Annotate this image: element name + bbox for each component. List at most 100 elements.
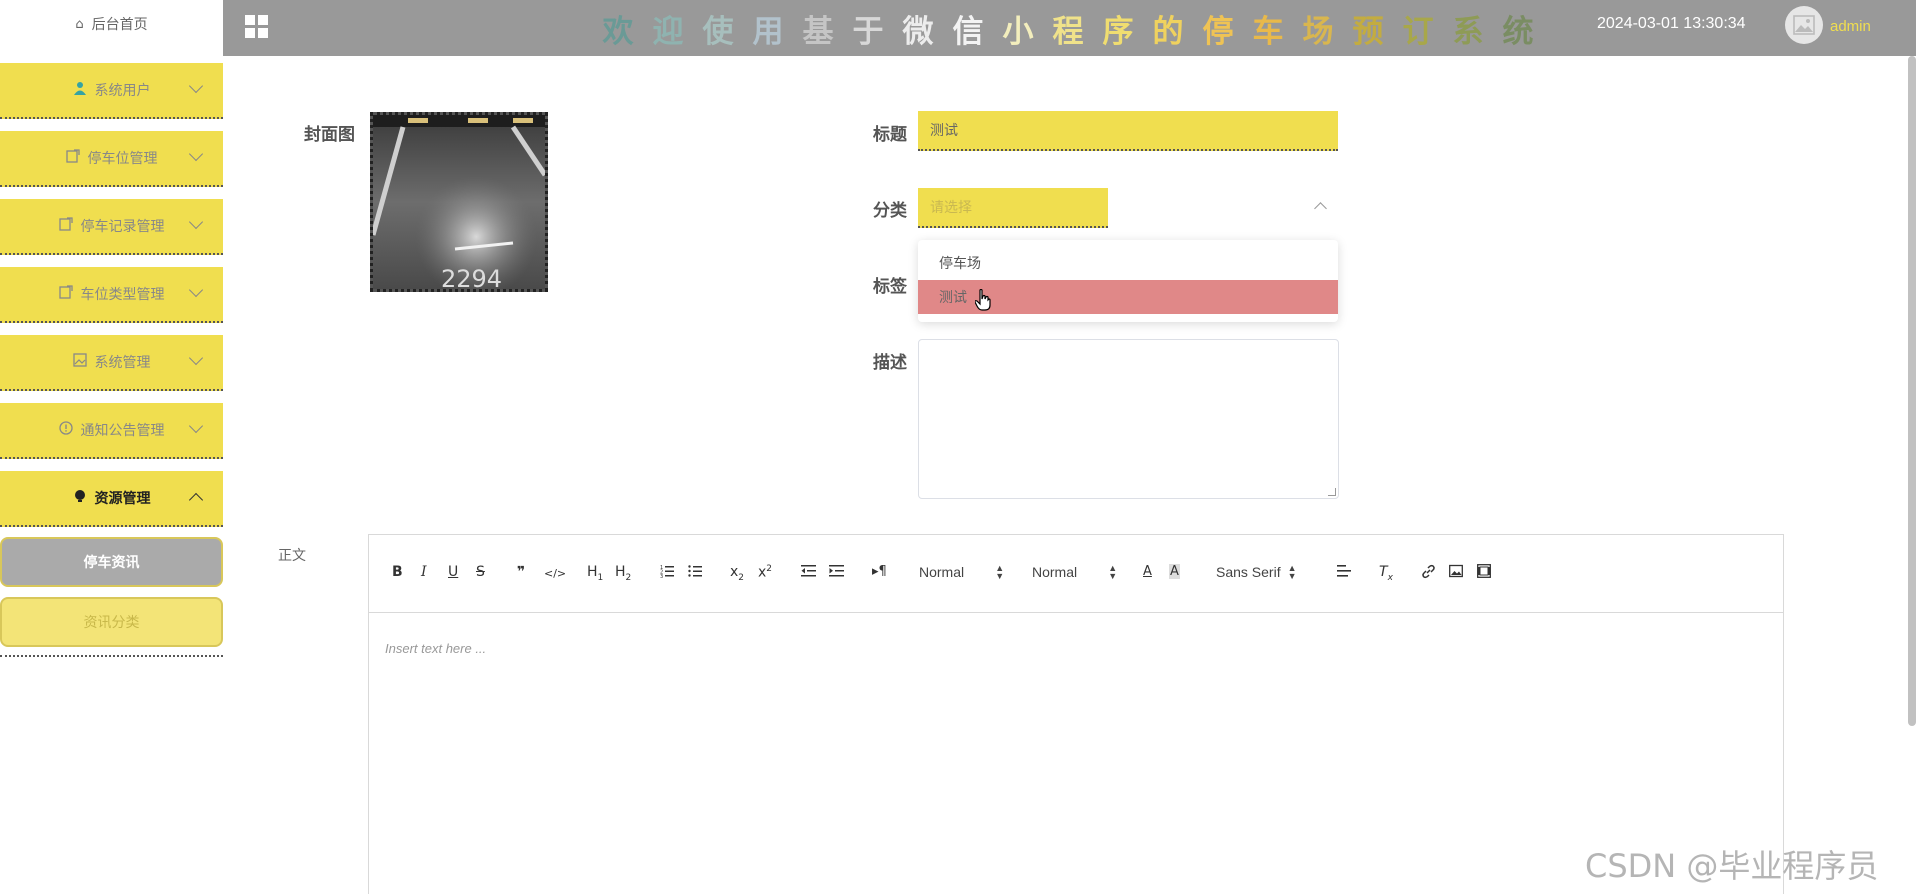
welcome-char: 停 [1202, 13, 1234, 50]
image-placeholder-icon [1793, 15, 1815, 35]
cover-image[interactable]: 2294 [370, 112, 548, 292]
code-block-icon[interactable]: </> [544, 567, 566, 580]
updown-icon: ▲ ▼ [1287, 563, 1297, 581]
bullet-list-icon[interactable] [688, 564, 702, 582]
chevron-down-icon [188, 418, 204, 434]
sidebar-item-system-management[interactable]: 系统管理 [0, 335, 223, 391]
welcome-char: 信 [952, 13, 984, 50]
underline-icon[interactable]: U [448, 564, 458, 580]
sidebar-subitem-parking-news[interactable]: 停车资讯 [0, 537, 223, 587]
sidebar: ⌂ 后台首页 系统用户 停车位管理 停车记录管理 车位类型管理 系统管理 通知公… [0, 0, 223, 894]
cover-label: 封面图 [304, 125, 355, 145]
username[interactable]: admin [1830, 18, 1871, 35]
blockquote-icon[interactable]: ❞ [517, 564, 525, 580]
category-select[interactable]: 请选择 [918, 188, 1108, 228]
image-icon[interactable] [1449, 564, 1463, 582]
page-scrollbar[interactable] [1908, 56, 1916, 726]
outdent-icon[interactable] [801, 564, 816, 582]
sidebar-item-label: 资源管理 [94, 491, 151, 507]
sidebar-home-label: 后台首页 [91, 17, 148, 33]
sidebar-subitem-label: 停车资讯 [83, 555, 140, 571]
welcome-char: 场 [1302, 13, 1334, 50]
text-direction-icon[interactable]: ▸¶ [872, 564, 887, 579]
welcome-char: 程 [1052, 13, 1084, 50]
strikethrough-icon[interactable]: S [476, 564, 485, 580]
home-icon: ⌂ [75, 16, 84, 32]
avatar[interactable] [1785, 6, 1823, 44]
sidebar-item-label: 系统用户 [94, 83, 151, 99]
sidebar-divider [0, 655, 223, 657]
sidebar-item-notices[interactable]: 通知公告管理 [0, 403, 223, 459]
sidebar-item-label: 停车位管理 [87, 151, 158, 167]
sidebar-item-resources[interactable]: 资源管理 [0, 471, 223, 527]
editor-placeholder[interactable]: Insert text here ... [385, 641, 486, 656]
sidebar-subitem-label: 资讯分类 [83, 615, 140, 631]
italic-icon[interactable]: I [421, 564, 427, 580]
sidebar-item-label: 车位类型管理 [80, 287, 165, 303]
sidebar-item-parking-records[interactable]: 停车记录管理 [0, 199, 223, 255]
rich-text-editor: B I U S ❞ </> H1 H2 123 x2 x2 ▸¶ Normal … [368, 534, 1784, 894]
header-select[interactable]: Normal ▲ ▼ [919, 564, 1004, 581]
font-select[interactable]: Sans Serif ▲ ▼ [1216, 564, 1297, 581]
edit-icon [58, 285, 73, 303]
welcome-title: 欢迎使用基于微信小程序的停车场预订系统 [593, 8, 1543, 50]
page: ⌂ 后台首页 系统用户 停车位管理 停车记录管理 车位类型管理 系统管理 通知公… [0, 0, 1916, 894]
background-color-icon[interactable]: A [1169, 564, 1180, 579]
top-header: 欢迎使用基于微信小程序的停车场预订系统 2024-03-01 13:30:34 … [223, 0, 1916, 56]
welcome-char: 使 [702, 13, 734, 50]
sidebar-item-parking-space[interactable]: 停车位管理 [0, 131, 223, 187]
sidebar-item-system-users[interactable]: 系统用户 [0, 63, 223, 119]
parking-photo: 2294 [373, 115, 545, 289]
image-icon [72, 353, 87, 371]
chevron-down-icon [188, 78, 204, 94]
chevron-down-icon [188, 146, 204, 162]
edit-icon [65, 149, 80, 167]
welcome-char: 小 [1002, 13, 1034, 50]
indent-icon[interactable] [829, 564, 844, 582]
title-input[interactable]: 测试 [918, 111, 1338, 151]
dropdown-option-parking-lot[interactable]: 停车场 [918, 246, 1338, 280]
svg-text:2294: 2294 [441, 265, 502, 289]
welcome-char: 订 [1402, 13, 1434, 50]
hand-cursor-icon [974, 288, 991, 316]
header-select-value: Normal [919, 564, 965, 580]
chevron-down-icon [188, 282, 204, 298]
resize-handle[interactable] [1328, 488, 1336, 496]
bold-icon[interactable]: B [392, 564, 403, 580]
body-label: 正文 [278, 548, 306, 564]
welcome-char: 的 [1152, 13, 1184, 50]
welcome-char: 微 [902, 13, 934, 50]
welcome-char: 欢 [602, 13, 634, 50]
superscript-icon[interactable]: x2 [758, 564, 772, 581]
sidebar-home[interactable]: ⌂ 后台首页 [0, 0, 223, 48]
subscript-icon[interactable]: x2 [730, 564, 744, 583]
welcome-char: 车 [1252, 13, 1284, 50]
font-select-value: Sans Serif [1216, 564, 1281, 580]
clear-format-icon[interactable]: Tx [1379, 564, 1393, 583]
sidebar-item-space-types[interactable]: 车位类型管理 [0, 267, 223, 323]
grid-menu-icon[interactable] [245, 15, 271, 41]
text-color-icon[interactable]: A [1143, 564, 1152, 579]
link-icon[interactable] [1421, 564, 1436, 583]
sidebar-subitem-news-category[interactable]: 资讯分类 [0, 597, 223, 647]
size-select[interactable]: Normal ▲ ▼ [1032, 564, 1117, 581]
category-label: 分类 [873, 201, 907, 221]
header1-icon[interactable]: H1 [587, 564, 603, 583]
video-icon[interactable] [1477, 564, 1491, 582]
align-icon[interactable] [1337, 564, 1351, 582]
welcome-char: 系 [1452, 13, 1484, 50]
header2-icon[interactable]: H2 [615, 564, 631, 583]
description-textarea[interactable] [918, 339, 1339, 499]
sidebar-item-label: 通知公告管理 [80, 423, 165, 439]
welcome-char: 用 [752, 13, 784, 50]
welcome-char: 于 [852, 13, 884, 50]
chevron-down-icon [188, 350, 204, 366]
sidebar-item-label: 系统管理 [94, 355, 151, 371]
chevron-down-icon [188, 214, 204, 230]
chevron-up-icon[interactable] [1314, 202, 1327, 215]
tags-label: 标签 [873, 277, 907, 297]
edit-icon [58, 217, 73, 235]
welcome-char: 序 [1102, 13, 1134, 50]
ordered-list-icon[interactable]: 123 [660, 564, 674, 582]
chevron-up-icon [188, 492, 204, 508]
